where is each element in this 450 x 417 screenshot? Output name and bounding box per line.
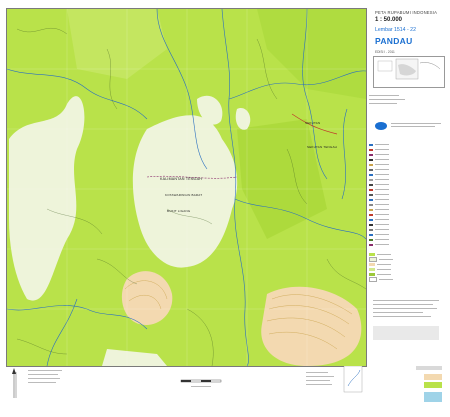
legend-panel: PETA RUPABUMI INDONESIA 1 : 50.000 Lemba…: [369, 8, 447, 365]
map-graphic: [7, 9, 366, 366]
label-place-1: SEKUTAN: [305, 121, 321, 125]
label-province-2: KOTAWARINGIN BARAT: [165, 193, 203, 197]
edition-text: EDISI I - 2011: [375, 50, 395, 54]
bottom-margin: [6, 365, 447, 412]
north-arrow-icon: [12, 368, 17, 398]
sheet-number: Lembar 1514 - 22: [375, 27, 416, 33]
index-map: [373, 56, 445, 88]
map-body[interactable]: KALIMANTAN TENGAH KOTAWARINGIN BARAT SEK…: [6, 8, 367, 367]
label-province-1: KALIMANTAN TENGAH: [160, 177, 203, 181]
logo-icon: [375, 122, 387, 130]
label-place-3: BUKIT LIGANG: [167, 209, 191, 213]
sheet-name: PANDAU: [375, 36, 413, 46]
map-scale: 1 : 50.000: [375, 17, 403, 23]
label-place-2: SEKUTAN TENGAH: [307, 145, 338, 149]
series-title: PETA RUPABUMI INDONESIA: [375, 10, 438, 15]
diagram-block: [373, 326, 439, 340]
map-sheet: KALIMANTAN TENGAH KOTAWARINGIN BARAT SEK…: [0, 0, 450, 414]
